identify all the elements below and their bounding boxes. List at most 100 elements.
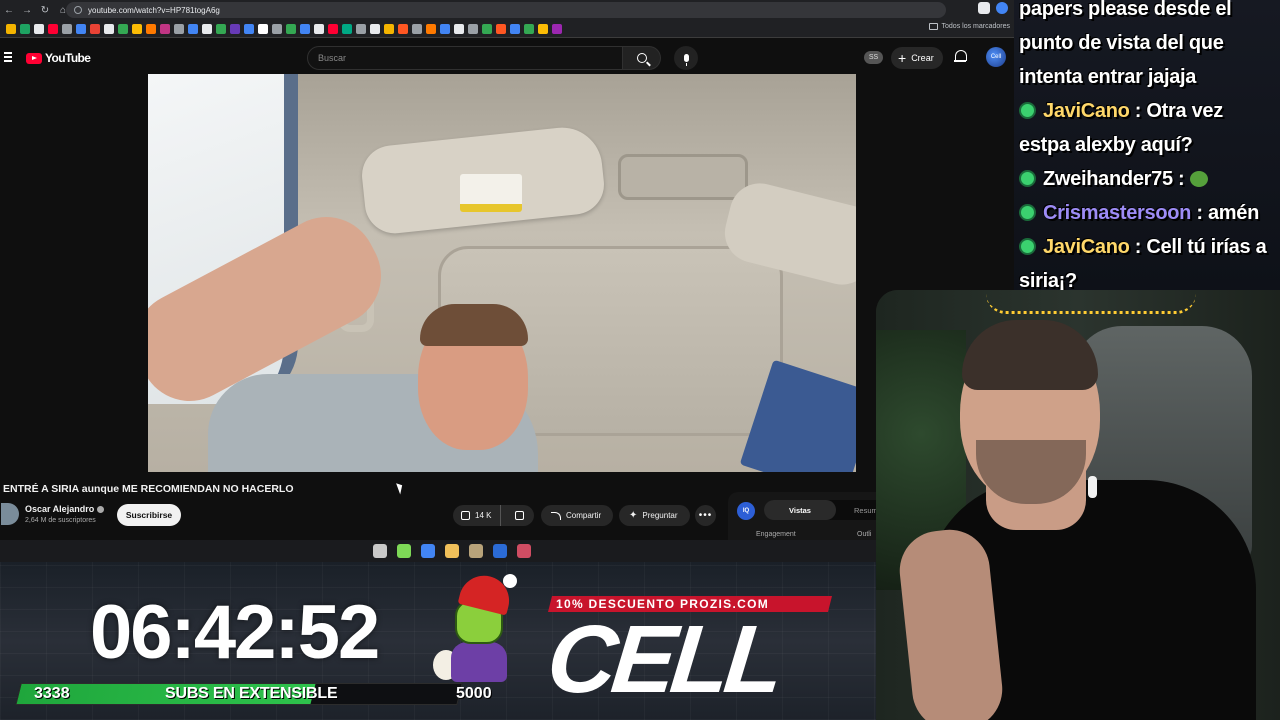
bookmark-icon[interactable] <box>6 23 16 34</box>
bookmark-icon[interactable] <box>552 23 562 34</box>
subscribe-button[interactable]: Suscribirse <box>117 504 181 526</box>
bookmark-icon[interactable] <box>300 23 310 34</box>
create-label: Crear <box>911 53 934 63</box>
video-frame-dome-light <box>618 154 748 200</box>
back-button[interactable]: ← <box>0 1 18 19</box>
tab-resumen[interactable]: Resum <box>854 500 878 520</box>
file-explorer-icon[interactable] <box>445 544 459 558</box>
verified-icon <box>97 505 105 513</box>
bookmark-icon[interactable] <box>384 23 394 34</box>
bookmark-icon[interactable] <box>76 23 86 34</box>
folder-icon <box>928 23 938 30</box>
create-button[interactable]: + Crear <box>891 47 943 69</box>
bookmark-icon[interactable] <box>482 23 492 34</box>
bookmark-icon[interactable] <box>524 23 534 34</box>
vidiq-icon[interactable]: IQ <box>737 502 755 520</box>
subscriber-badge-icon <box>1019 102 1036 119</box>
all-bookmarks-button[interactable]: Todos los marcadores <box>928 23 1010 30</box>
bookmark-icon[interactable] <box>146 23 156 34</box>
channel-name[interactable]: Oscar Alejandro <box>25 504 105 514</box>
bookmark-icon[interactable] <box>328 23 338 34</box>
bookmark-icon[interactable] <box>272 23 282 34</box>
youtube-logo[interactable]: YouTube <box>26 51 91 65</box>
game-icon[interactable] <box>517 544 531 558</box>
bookmark-icon[interactable] <box>538 23 548 34</box>
bookmark-icon[interactable] <box>174 23 184 34</box>
bookmark-icon[interactable] <box>342 23 352 34</box>
bookmark-icon[interactable] <box>440 23 450 34</box>
notifications-bell-icon[interactable] <box>954 50 967 63</box>
more-actions-button[interactable]: ••• <box>695 505 716 526</box>
photoshop-icon[interactable] <box>493 544 507 558</box>
bookmark-icon[interactable] <box>244 23 254 34</box>
share-button[interactable]: Compartir <box>541 505 613 526</box>
bookmark-icon[interactable] <box>118 23 128 34</box>
bookmark-icon[interactable] <box>216 23 226 34</box>
app-icon[interactable] <box>469 544 483 558</box>
bookmark-icon[interactable] <box>188 23 198 34</box>
bookmark-icon[interactable] <box>468 23 478 34</box>
chrome-icon[interactable] <box>421 544 435 558</box>
account-icon[interactable] <box>996 2 1008 14</box>
bookmark-icon[interactable] <box>258 23 268 34</box>
bookmark-icon[interactable] <box>132 23 142 34</box>
bookmark-icon[interactable] <box>426 23 436 34</box>
bookmark-icon[interactable] <box>48 23 58 34</box>
bookmark-icon[interactable] <box>160 23 170 34</box>
menu-icon[interactable] <box>4 52 14 62</box>
like-button[interactable]: 14 K <box>453 505 501 526</box>
chat-username: Crismastersoon <box>1043 202 1192 224</box>
bookmark-icon[interactable] <box>62 23 72 34</box>
bookmark-icon[interactable] <box>230 23 240 34</box>
bookmark-icon[interactable] <box>286 23 296 34</box>
bookmark-icon[interactable] <box>454 23 464 34</box>
steam-icon[interactable] <box>373 544 387 558</box>
bookmark-icon[interactable] <box>104 23 114 34</box>
site-info-icon[interactable] <box>74 6 82 14</box>
channel-avatar[interactable] <box>1 503 19 525</box>
voice-search-button[interactable] <box>674 46 698 70</box>
cell-mascot-icon <box>433 570 523 682</box>
cell-brand-logo: CELL <box>542 606 785 713</box>
ask-button[interactable]: ✦ Preguntar <box>619 505 690 526</box>
taskbar <box>0 540 1014 562</box>
engagement-label: Engagement <box>756 531 796 538</box>
url-field[interactable]: youtube.com/watch?v=HP781togA6g <box>66 2 946 18</box>
sparkle-icon: ✦ <box>629 509 638 521</box>
bookmark-icon[interactable] <box>356 23 366 34</box>
dislike-button[interactable] <box>506 505 534 526</box>
chat-text: : Otra vez <box>1129 100 1223 122</box>
like-dislike-group: 14 K <box>453 505 534 526</box>
account-avatar[interactable]: Cell <box>986 47 1006 67</box>
tab-vistas[interactable]: Vistas <box>764 500 836 520</box>
bookmark-icon[interactable] <box>20 23 30 34</box>
xbox-icon[interactable] <box>397 544 411 558</box>
bookmark-icon[interactable] <box>412 23 422 34</box>
ss-badge[interactable]: SS <box>864 51 883 64</box>
share-icon <box>551 511 561 520</box>
search-button[interactable] <box>623 46 661 70</box>
chat-message: estpa alexby aquí? <box>1019 130 1193 161</box>
reload-button[interactable]: ↻ <box>36 1 54 19</box>
bookmark-icon[interactable] <box>496 23 506 34</box>
chat-text: estpa alexby aquí? <box>1019 134 1193 156</box>
video-frame-airbag-sticker <box>460 174 522 212</box>
vidiq-tabs: Vistas Resum <box>764 500 894 520</box>
bookmark-icon[interactable] <box>398 23 408 34</box>
video-player[interactable] <box>148 74 856 472</box>
subscriber-count: 2,64 M de suscriptores <box>25 517 96 524</box>
plus-icon: + <box>898 50 907 66</box>
chat-text: punto de vista del que <box>1019 32 1224 54</box>
search-input[interactable] <box>307 46 624 70</box>
bookmark-icon[interactable] <box>202 23 212 34</box>
thumbs-up-icon <box>461 511 471 520</box>
bookmark-icon[interactable] <box>34 23 44 34</box>
bookmark-icon[interactable] <box>90 23 100 34</box>
bookmark-icon[interactable] <box>314 23 324 34</box>
bookmark-icon[interactable] <box>510 23 520 34</box>
bookmark-icon[interactable] <box>370 23 380 34</box>
search-icon <box>636 53 647 63</box>
profile-icon[interactable] <box>978 2 990 14</box>
forward-button[interactable]: → <box>18 1 36 19</box>
chat-username: JaviCano <box>1043 236 1130 258</box>
